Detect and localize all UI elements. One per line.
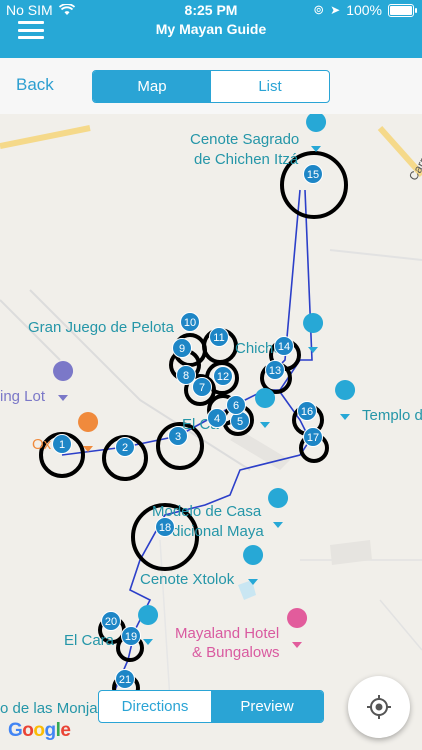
location-arrow-icon: ➤: [330, 3, 341, 17]
stop-marker-16[interactable]: 16: [297, 401, 317, 421]
stop-marker-3[interactable]: 3: [168, 426, 188, 446]
stop-marker-8[interactable]: 8: [176, 365, 196, 385]
stop-marker-2[interactable]: 2: [115, 437, 135, 457]
stop-marker-13[interactable]: 13: [265, 360, 285, 380]
page-title: My Mayan Guide: [155, 21, 267, 37]
label-parking: ing Lot: [0, 388, 46, 405]
lock-rotation-icon: ⊚: [313, 2, 325, 17]
stop-marker-15[interactable]: 15: [303, 164, 323, 184]
label-mayaland-bungalows: & Bungalows: [192, 644, 280, 661]
directions-button[interactable]: Directions: [99, 691, 211, 722]
tab-map[interactable]: Map: [93, 71, 211, 102]
nav-bar: My Mayan Guide: [0, 20, 422, 58]
status-right: ⊚ ➤ 100%: [313, 2, 417, 18]
status-bar: No SIM 8:25 PM ⊚ ➤ 100%: [0, 0, 422, 20]
battery-percent: 100%: [346, 2, 382, 18]
stop-marker-17[interactable]: 17: [303, 427, 323, 447]
label-chichen-itza: de Chichen Itzá: [194, 151, 299, 168]
stop-marker-10[interactable]: 10: [180, 312, 200, 332]
label-templo: Templo d: [362, 407, 422, 424]
stop-marker-1[interactable]: 1: [52, 434, 72, 454]
label-el-caracol: El Cara: [64, 632, 115, 649]
route-segmented-control: Directions Preview: [98, 690, 324, 723]
stop-marker-4[interactable]: 4: [207, 408, 227, 428]
stop-marker-12[interactable]: 12: [213, 366, 233, 386]
view-segmented-control: Map List: [92, 70, 330, 103]
preview-button[interactable]: Preview: [211, 691, 323, 722]
view-toolbar: Back Map List: [0, 58, 422, 114]
stop-marker-7[interactable]: 7: [192, 377, 212, 397]
battery-icon: [388, 3, 417, 17]
stop-marker-19[interactable]: 19: [121, 626, 141, 646]
label-las-monjas: o de las Monja: [0, 700, 98, 717]
stop-marker-11[interactable]: 11: [209, 327, 229, 347]
label-cenote-xtolok: Cenote Xtolok: [140, 571, 235, 588]
label-mayaland-hotel: Mayaland Hotel: [175, 625, 280, 642]
label-cenote-sagrado: Cenote Sagrado: [190, 131, 300, 148]
stop-marker-20[interactable]: 20: [101, 611, 121, 631]
back-button[interactable]: Back: [16, 75, 54, 95]
tab-list[interactable]: List: [211, 71, 329, 102]
my-location-button[interactable]: [348, 676, 410, 738]
stop-marker-21[interactable]: 21: [115, 669, 135, 689]
stop-marker-6[interactable]: 6: [226, 395, 246, 415]
stop-marker-9[interactable]: 9: [172, 338, 192, 358]
label-tradicional-maya: dicional Maya: [172, 523, 264, 540]
label-juego-pelota: Gran Juego de Pelota: [28, 319, 174, 336]
stop-marker-14[interactable]: 14: [274, 336, 294, 356]
crosshair-icon: [367, 695, 391, 719]
label-oxt: Ox: [32, 436, 52, 453]
map-view[interactable]: Cenote Sagrado de Chichen Itzá Gran Jueg…: [0, 114, 422, 750]
stop-marker-18[interactable]: 18: [155, 517, 175, 537]
google-logo: Google: [8, 720, 71, 741]
